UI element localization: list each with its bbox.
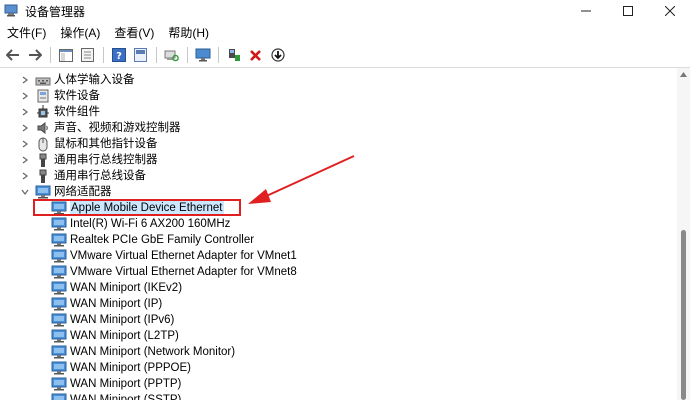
scroll-up-icon[interactable] <box>679 71 688 79</box>
scrollbar-thumb[interactable] <box>681 230 686 400</box>
vertical-scrollbar[interactable] <box>677 68 690 400</box>
annotation-arrow <box>248 155 355 204</box>
